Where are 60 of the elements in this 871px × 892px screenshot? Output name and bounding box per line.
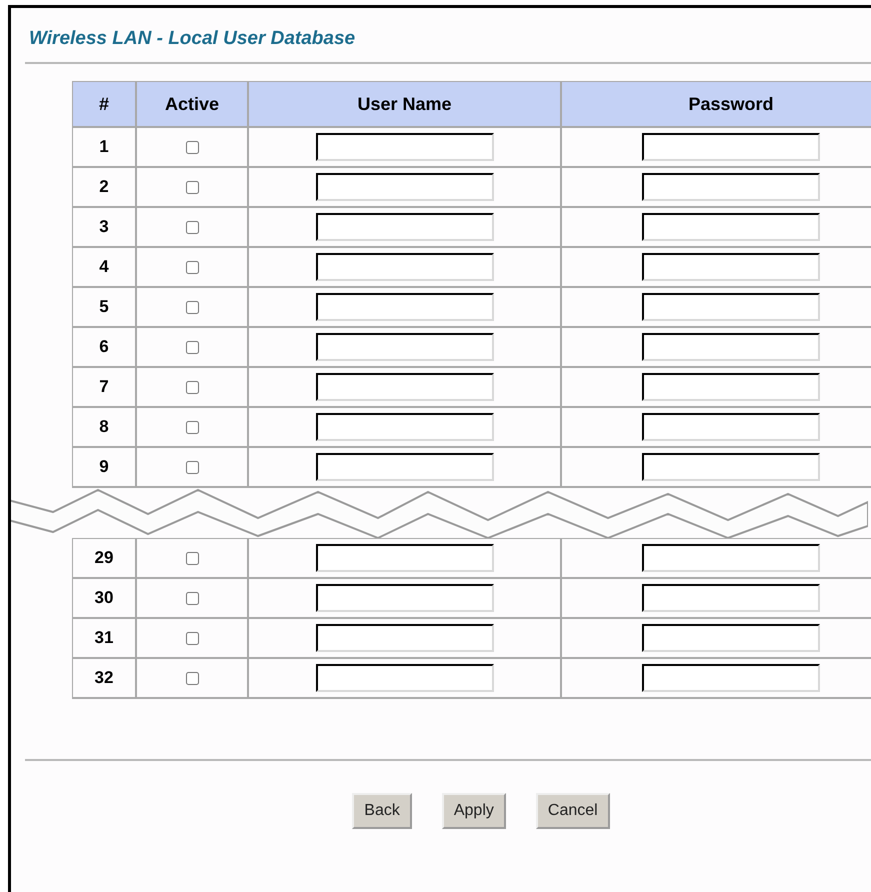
row-number: 9 [73,448,137,488]
user-name-field[interactable] [316,133,494,161]
active-checkbox[interactable] [186,340,198,354]
user-name-field[interactable] [316,664,494,692]
user-name-field[interactable] [316,373,494,401]
password-field[interactable] [642,453,820,481]
password-field[interactable] [642,373,820,401]
row-number: 32 [73,659,137,699]
row-number: 5 [73,288,137,328]
password-field[interactable] [642,664,820,692]
password-field[interactable] [642,413,820,441]
column-header: User Name [249,82,562,128]
password-field[interactable] [642,333,820,361]
row-number: 31 [73,619,137,659]
row-number: 29 [73,539,137,579]
password-field[interactable] [642,544,820,572]
active-checkbox[interactable] [186,460,198,474]
row-number: 30 [73,579,137,619]
password-field[interactable] [642,624,820,652]
column-header: Active [137,82,249,128]
user-name-field[interactable] [316,413,494,441]
row-number: 2 [73,168,137,208]
password-field[interactable] [642,213,820,241]
action-button[interactable]: Back [352,793,412,829]
user-name-field[interactable] [316,544,494,572]
user-name-field[interactable] [316,253,494,281]
row-number: 4 [73,248,137,288]
action-button[interactable]: Apply [442,793,506,829]
active-checkbox[interactable] [186,672,198,684]
active-checkbox[interactable] [186,140,198,154]
active-checkbox[interactable] [186,220,198,234]
password-field[interactable] [642,293,820,321]
column-header: Password [562,82,871,128]
column-header: # [73,82,137,128]
password-field[interactable] [642,584,820,612]
row-number: 7 [73,368,137,408]
password-field[interactable] [642,133,820,161]
row-number: 1 [73,128,137,168]
active-checkbox[interactable] [186,592,198,604]
user-name-field[interactable] [316,453,494,481]
row-number: 3 [73,208,137,248]
user-name-field[interactable] [316,333,494,361]
user-name-field[interactable] [316,293,494,321]
row-number: 8 [73,408,137,448]
active-checkbox[interactable] [186,552,198,564]
active-checkbox[interactable] [186,260,198,274]
password-field[interactable] [642,173,820,201]
user-name-field[interactable] [316,584,494,612]
active-checkbox[interactable] [186,632,198,644]
active-checkbox[interactable] [186,380,198,394]
page-title: Wireless LAN - Local User Database [28,27,356,51]
user-name-field[interactable] [316,624,494,652]
active-checkbox[interactable] [186,420,198,434]
password-field[interactable] [642,253,820,281]
action-button[interactable]: Cancel [536,793,610,829]
user-name-field[interactable] [316,173,494,201]
active-checkbox[interactable] [186,180,198,194]
user-name-field[interactable] [316,213,494,241]
row-number: 6 [73,328,137,368]
active-checkbox[interactable] [186,300,198,314]
